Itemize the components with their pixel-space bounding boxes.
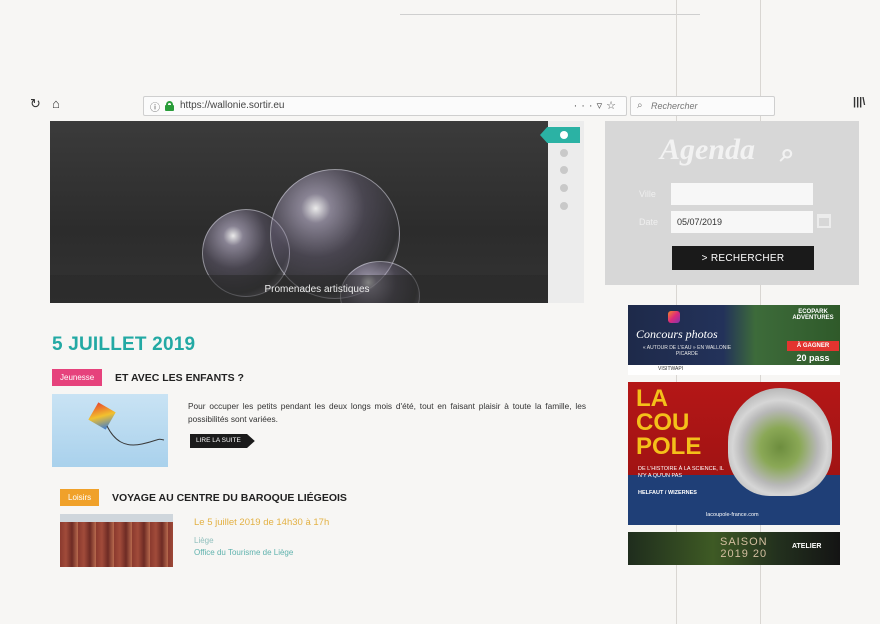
slide-dot-4[interactable] [560, 184, 568, 192]
kite-string [106, 425, 165, 446]
url-bar[interactable]: ⓘ https://wallonie.sortir.eu ···▿☆ [143, 96, 627, 116]
browser-toolbar: ↻ ⌂ ⓘ https://wallonie.sortir.eu ···▿☆ ⌕… [0, 90, 880, 120]
ad-season-line: SAISON [720, 536, 768, 548]
ad-subtitle: « AUTOUR DE L'EAU » EN WALLONIE PICARDE [642, 345, 732, 357]
agenda-search-panel: Agenda ⌕ Ville Date > RECHERCHER [605, 121, 859, 285]
ad-brand: ECOPARK ADVENTURES [792, 309, 834, 321]
calendar-icon[interactable] [817, 214, 831, 228]
date-label: Date [639, 217, 659, 227]
astronaut-helmet-image [728, 388, 832, 496]
search-icon: ⌕ [780, 137, 795, 167]
category-badge[interactable]: Jeunesse [52, 369, 103, 386]
ad-tagline: DE L'HISTOIRE À LA SCIENCE, IL N'Y A QU'… [638, 466, 724, 479]
ad-brand: ATELIER [792, 543, 822, 550]
slide-dot-5[interactable] [560, 202, 568, 210]
slide-dot-1[interactable] [560, 131, 568, 139]
ad-season: SAISON 2019 20 [720, 536, 768, 560]
article-thumbnail[interactable] [52, 394, 168, 467]
url-text[interactable]: https://wallonie.sortir.eu [180, 100, 285, 111]
page-actions-icon[interactable]: ··· [574, 100, 597, 112]
where-input[interactable] [671, 183, 813, 205]
article-title[interactable]: ET AVEC LES ENFANTS ? [115, 372, 244, 384]
ad-location: HELFAUT / WIZERNES [638, 490, 697, 496]
slide-dot-3[interactable] [560, 166, 568, 174]
search-icon: ⌕ [637, 100, 643, 111]
info-icon[interactable]: ⓘ [150, 99, 160, 114]
article-summary: Pour occuper les petits pendant les deux… [188, 401, 586, 424]
ad-headline: COU [636, 409, 690, 436]
ad-headline: LA [636, 385, 668, 412]
date-input[interactable] [671, 211, 813, 233]
pocket-icon[interactable]: ▿ [597, 100, 607, 112]
ad-url: lacoupole-france.com [706, 512, 759, 518]
bookmark-star-icon[interactable]: ☆ [606, 100, 620, 112]
hero-slider[interactable]: Promenades artistiques [50, 121, 584, 303]
article-title[interactable]: VOYAGE AU CENTRE DU BAROQUE LIÉGEOIS [112, 492, 347, 504]
home-icon[interactable]: ⌂ [52, 96, 60, 112]
event-organizer[interactable]: Office du Tourisme de Liège [194, 548, 293, 557]
ad-banner-ecopark[interactable]: Concours photos « AUTOUR DE L'EAU » EN W… [628, 305, 840, 375]
browser-search-bar[interactable]: ⌕ [630, 96, 775, 116]
search-button[interactable]: > RECHERCHER [672, 246, 814, 270]
library-icon[interactable]: |||\ [853, 96, 865, 108]
read-more-button[interactable]: LIRE LA SUITE [190, 434, 255, 448]
slider-nav-panel [548, 121, 584, 303]
date-heading: 5 JUILLET 2019 [52, 334, 196, 355]
where-label: Ville [639, 189, 656, 199]
page-actions: ···▿☆ [574, 99, 620, 112]
event-city[interactable]: Liège [194, 536, 214, 545]
reload-icon[interactable]: ↻ [30, 96, 41, 112]
ad-banner-atelier[interactable]: SAISON 2019 20 ATELIER [628, 532, 840, 565]
slide-dot-2[interactable] [560, 149, 568, 157]
instagram-icon [668, 311, 680, 323]
ad-headline: POLE [636, 433, 702, 460]
event-date: Le 5 juillet 2019 de 14h30 à 17h [194, 517, 330, 528]
ad-prize: 20 pass [796, 353, 830, 363]
scan-edge-line [400, 14, 700, 15]
article-thumbnail[interactable] [60, 514, 173, 567]
ad-banner-la-coupole[interactable]: LA COU POLE DE L'HISTOIRE À LA SCIENCE, … [628, 382, 840, 525]
ad-sponsor: VISITWAPI [658, 366, 684, 372]
ad-season-line: 2019 20 [720, 548, 768, 560]
ad-title: Concours photos [636, 327, 718, 341]
lock-icon [165, 101, 174, 111]
ad-win-label: À GAGNER [787, 341, 839, 351]
hero-caption[interactable]: Promenades artistiques [50, 284, 584, 295]
browser-search-input[interactable] [651, 99, 766, 113]
category-badge[interactable]: Loisirs [60, 489, 100, 506]
agenda-title: Agenda [660, 133, 756, 166]
